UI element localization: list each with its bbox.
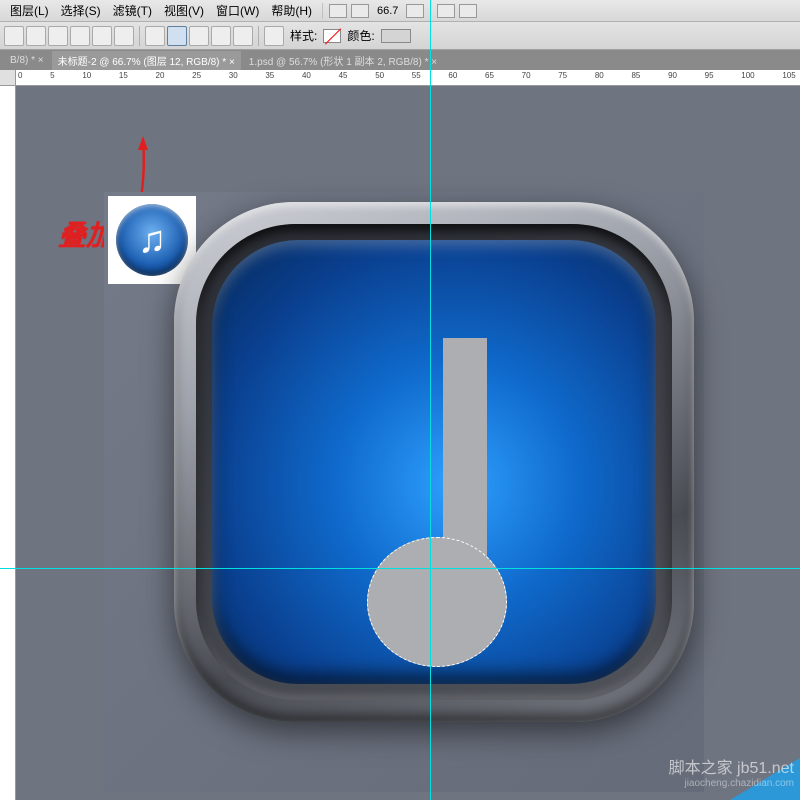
ruler-mark: 100 — [741, 71, 754, 80]
style-label: 样式: — [286, 27, 321, 44]
separator — [322, 3, 323, 19]
canvas[interactable]: ♫ — [104, 192, 704, 792]
menu-window[interactable]: 窗口(W) — [210, 0, 265, 21]
ruler-vertical — [0, 86, 16, 800]
ruler-marks: 0 5 10 15 20 25 30 35 40 45 50 55 60 65 … — [18, 71, 800, 80]
ruler-mark: 0 — [18, 71, 22, 80]
menu-help[interactable]: 帮助(H) — [265, 0, 318, 21]
shape-polygon-icon[interactable] — [70, 26, 90, 46]
ruler-mark: 55 — [412, 71, 421, 80]
reference-thumbnail: ♫ — [108, 196, 196, 284]
link-icon[interactable] — [264, 26, 284, 46]
arrange-icon[interactable] — [329, 4, 347, 18]
dropdown-icon[interactable] — [406, 4, 424, 18]
ruler-mark: 90 — [668, 71, 677, 80]
ruler-horizontal: 0 5 10 15 20 25 30 35 40 45 50 55 60 65 … — [0, 70, 800, 86]
ruler-mark: 60 — [448, 71, 457, 80]
pathop-add-icon[interactable] — [167, 26, 187, 46]
tab-3[interactable]: 1.psd @ 56.7% (形状 1 副本 2, RGB/8) * × — [243, 51, 443, 70]
color-label: 颜色: — [343, 27, 378, 44]
pathop-intersect-icon[interactable] — [211, 26, 231, 46]
ruler-mark: 20 — [156, 71, 165, 80]
separator — [139, 26, 140, 46]
ruler-mark: 105 — [782, 71, 795, 80]
ruler-mark: 15 — [119, 71, 128, 80]
ruler-mark: 40 — [302, 71, 311, 80]
guide-horizontal[interactable] — [0, 568, 800, 569]
hand-icon[interactable] — [437, 4, 455, 18]
ruler-mark: 75 — [558, 71, 567, 80]
watermark-sub: jiaocheng.chazidian.com — [669, 778, 794, 790]
ruler-mark: 70 — [522, 71, 531, 80]
canvas-background: ♫ — [104, 192, 704, 792]
pathop-new-icon[interactable] — [145, 26, 165, 46]
menu-bar: 图层(L) 选择(S) 滤镜(T) 视图(V) 窗口(W) 帮助(H) 66.7 — [0, 0, 800, 22]
ruler-mark: 95 — [705, 71, 714, 80]
guide-vertical[interactable] — [430, 0, 431, 800]
options-bar: 样式: 颜色: — [0, 22, 800, 50]
ruler-mark: 45 — [339, 71, 348, 80]
ruler-mark: 80 — [595, 71, 604, 80]
ruler-mark: 85 — [631, 71, 640, 80]
ruler-mark: 10 — [82, 71, 91, 80]
menu-filter[interactable]: 滤镜(T) — [107, 0, 158, 21]
ruler-mark: 5 — [50, 71, 54, 80]
ruler-mark: 65 — [485, 71, 494, 80]
itunes-circle-icon: ♫ — [116, 204, 188, 276]
icon-inner-ring — [196, 224, 672, 700]
ruler-mark: 30 — [229, 71, 238, 80]
ruler-mark: 35 — [265, 71, 274, 80]
watermark: 脚本之家 jb51.net jiaocheng.chazidian.com — [669, 759, 794, 790]
tab-2[interactable]: 未标题-2 @ 66.7% (图层 12, RGB/8) * × — [52, 51, 241, 70]
document-tabs: B/8) * × 未标题-2 @ 66.7% (图层 12, RGB/8) * … — [0, 50, 800, 70]
shape-rect-icon[interactable] — [4, 26, 24, 46]
tab-1[interactable]: B/8) * × — [4, 53, 50, 68]
shape-roundrect-icon[interactable] — [26, 26, 46, 46]
menu-view[interactable]: 视图(V) — [158, 0, 210, 21]
workspace: 叠加模式 ♫ — [0, 86, 800, 800]
extra-icon[interactable] — [459, 4, 477, 18]
style-swatch[interactable] — [323, 29, 341, 43]
watermark-main: 脚本之家 jb51.net — [669, 760, 794, 777]
zoom-value[interactable]: 66.7 — [371, 3, 404, 19]
menu-layer[interactable]: 图层(L) — [4, 0, 55, 21]
selection-marquee — [367, 537, 507, 667]
pathop-subtract-icon[interactable] — [189, 26, 209, 46]
ruler-corner — [0, 70, 16, 86]
shape-line-icon[interactable] — [92, 26, 112, 46]
ruler-mark: 25 — [192, 71, 201, 80]
music-note-icon: ♫ — [138, 219, 167, 262]
menu-select[interactable]: 选择(S) — [55, 0, 107, 21]
ruler-mark: 50 — [375, 71, 384, 80]
pathop-exclude-icon[interactable] — [233, 26, 253, 46]
shape-ellipse-icon[interactable] — [48, 26, 68, 46]
icon-blue-face — [212, 240, 656, 684]
icon-bezel — [174, 202, 694, 722]
color-swatch[interactable] — [381, 29, 411, 43]
shape-custom-icon[interactable] — [114, 26, 134, 46]
separator — [258, 26, 259, 46]
screen-mode-icon[interactable] — [351, 4, 369, 18]
